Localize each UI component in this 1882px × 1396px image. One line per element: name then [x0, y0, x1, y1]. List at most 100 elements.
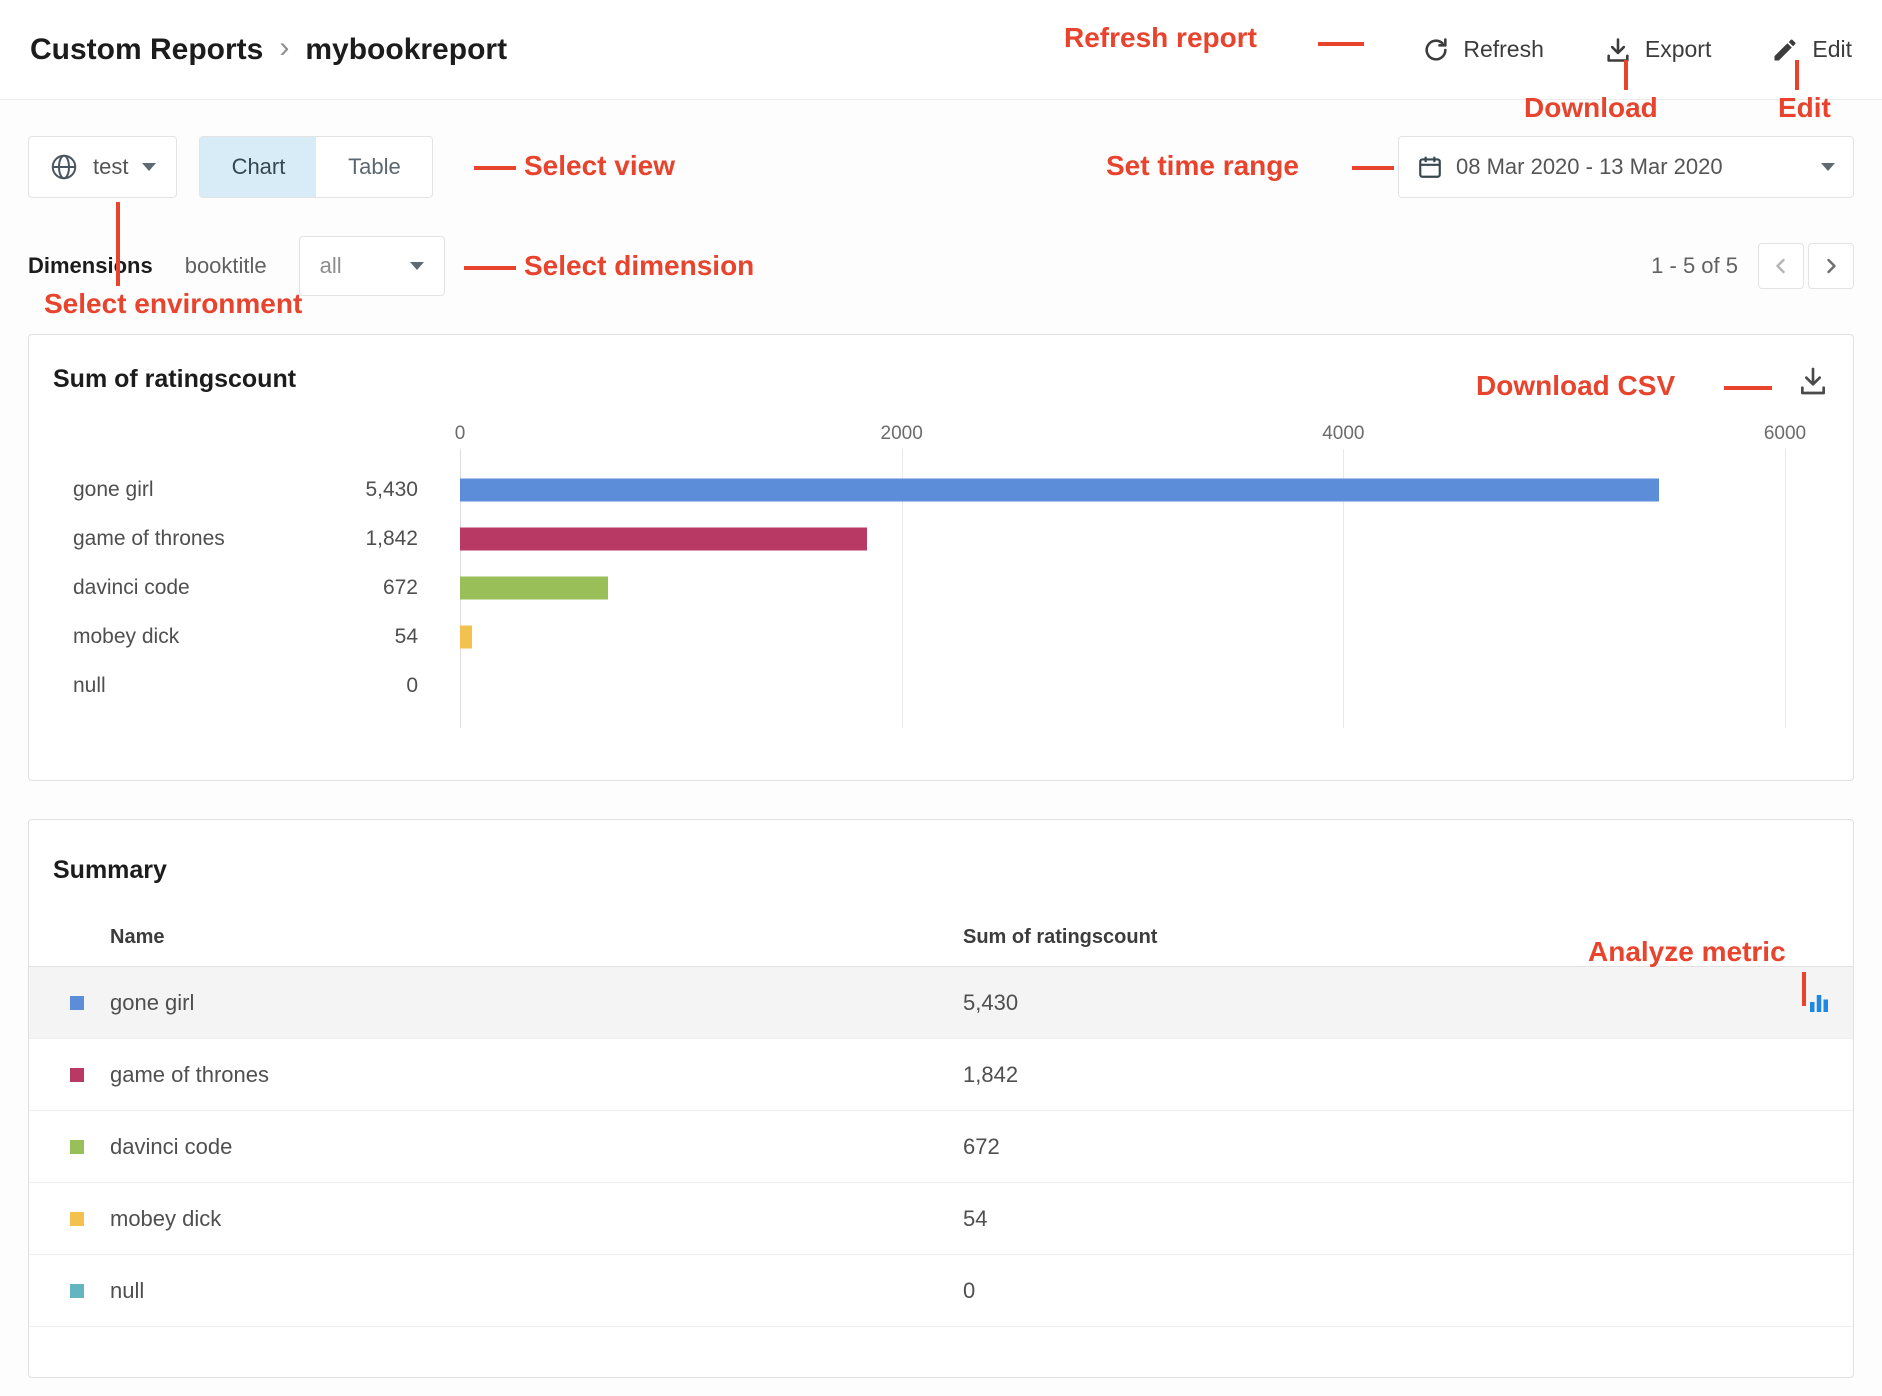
- chart-row: davinci code 672: [53, 563, 1829, 612]
- table-row[interactable]: null 0: [29, 1255, 1853, 1327]
- caret-down-icon: [410, 262, 424, 270]
- edit-button[interactable]: Edit: [1771, 36, 1852, 64]
- dimension-name: booktitle: [185, 253, 267, 279]
- download-csv-icon: [1797, 365, 1829, 397]
- bar-value-label: 1,842: [365, 527, 418, 551]
- summary-card: Summary Name Sum of ratingscount gone gi…: [28, 819, 1854, 1378]
- caret-down-icon: [1821, 163, 1835, 171]
- export-button[interactable]: Export: [1604, 36, 1711, 64]
- dimension-selected-value: all: [320, 253, 342, 279]
- bar[interactable]: [460, 576, 608, 599]
- chart-card: Sum of ratingscount 0 2000 4000 6000 gone g…: [28, 334, 1854, 781]
- row-name: gone girl: [110, 990, 194, 1016]
- chart-row: mobey dick 54: [53, 612, 1829, 661]
- pagination-range: 1 - 5 of 5: [1651, 253, 1738, 279]
- bar-track: [460, 612, 1785, 661]
- bar-track: [460, 465, 1785, 514]
- bar-value-label: 0: [406, 674, 418, 698]
- row-value: 54: [963, 1206, 1781, 1232]
- export-label: Export: [1645, 36, 1711, 63]
- row-value: 672: [963, 1134, 1781, 1160]
- app-header: Custom Reports › mybookreport Refresh Ex…: [0, 0, 1882, 100]
- row-name: mobey dick: [110, 1206, 221, 1232]
- header-actions: Refresh Export Edit: [1422, 36, 1852, 64]
- axis-tick-label: 4000: [1322, 423, 1364, 445]
- globe-icon: [49, 152, 79, 182]
- chart-title: Sum of ratingscount: [53, 365, 296, 394]
- pagination-prev-button[interactable]: [1758, 243, 1804, 289]
- analyze-metric-icon[interactable]: [1807, 991, 1831, 1015]
- axis-tick-label: 2000: [881, 423, 923, 445]
- bar-category-label: mobey dick: [73, 625, 179, 649]
- column-header-value: Sum of ratingscount: [963, 926, 1853, 949]
- bar-category-label: game of thrones: [73, 527, 225, 551]
- export-download-icon: [1604, 36, 1632, 64]
- refresh-label: Refresh: [1463, 36, 1544, 63]
- environment-select[interactable]: test: [28, 136, 177, 198]
- series-color-swatch: [70, 996, 84, 1010]
- bar[interactable]: [460, 625, 472, 648]
- chart-plot-area: gone girl 5,430 game of thrones 1,842 davinc…: [53, 453, 1829, 728]
- refresh-icon: [1422, 36, 1450, 64]
- toolbar: test Chart Table 08 Mar 2020 - 13 Mar 20…: [0, 136, 1882, 198]
- date-range-picker[interactable]: 08 Mar 2020 - 13 Mar 2020: [1398, 136, 1854, 198]
- table-row[interactable]: mobey dick 54: [29, 1183, 1853, 1255]
- chart-row: game of thrones 1,842: [53, 514, 1829, 563]
- row-value: 5,430: [963, 990, 1781, 1016]
- table-row[interactable]: game of thrones 1,842: [29, 1039, 1853, 1111]
- bar-value-label: 672: [383, 576, 418, 600]
- edit-label: Edit: [1812, 36, 1852, 63]
- bar-value-label: 54: [395, 625, 418, 649]
- series-color-swatch: [70, 1140, 84, 1154]
- pagination: 1 - 5 of 5: [1651, 243, 1854, 289]
- chevron-right-icon: [1819, 254, 1843, 278]
- caret-down-icon: [142, 163, 156, 171]
- row-name: game of thrones: [110, 1062, 269, 1088]
- bar-track: [460, 661, 1785, 710]
- bar[interactable]: [460, 478, 1659, 501]
- row-value: 0: [963, 1278, 1781, 1304]
- bar[interactable]: [460, 527, 867, 550]
- summary-rows: gone girl 5,430 game of thrones 1,842 davinc…: [29, 967, 1853, 1327]
- view-toggle: Chart Table: [199, 136, 433, 198]
- table-row[interactable]: gone girl 5,430: [29, 967, 1853, 1039]
- breadcrumb-report-name: mybookreport: [305, 33, 507, 67]
- row-name: davinci code: [110, 1134, 232, 1160]
- series-color-swatch: [70, 1068, 84, 1082]
- bar-category-label: gone girl: [73, 478, 154, 502]
- tab-chart[interactable]: Chart: [200, 137, 316, 197]
- chevron-left-icon: [1769, 254, 1793, 278]
- breadcrumb: Custom Reports › mybookreport: [30, 33, 507, 67]
- download-csv-button[interactable]: [1797, 365, 1829, 397]
- row-value: 1,842: [963, 1062, 1781, 1088]
- chevron-right-icon: ›: [279, 31, 289, 65]
- series-color-swatch: [70, 1212, 84, 1226]
- pagination-next-button[interactable]: [1808, 243, 1854, 289]
- dimensions-label: Dimensions: [28, 253, 153, 279]
- dimensions-row: Dimensions booktitle all 1 - 5 of 5: [0, 236, 1882, 296]
- bar-category-label: davinci code: [73, 576, 190, 600]
- edit-pencil-icon: [1771, 36, 1799, 64]
- summary-title: Summary: [29, 820, 1853, 885]
- bar-value-label: 5,430: [365, 478, 418, 502]
- bar-track: [460, 563, 1785, 612]
- dimension-value-select[interactable]: all: [299, 236, 445, 296]
- breadcrumb-root[interactable]: Custom Reports: [30, 33, 263, 67]
- bar-category-label: null: [73, 674, 106, 698]
- table-header: Name Sum of ratingscount: [29, 909, 1853, 967]
- tab-table[interactable]: Table: [316, 137, 432, 197]
- chart-row: gone girl 5,430: [53, 465, 1829, 514]
- table-row[interactable]: davinci code 672: [29, 1111, 1853, 1183]
- date-range-value: 08 Mar 2020 - 13 Mar 2020: [1456, 154, 1723, 180]
- calendar-icon: [1417, 154, 1443, 180]
- chart-rows: gone girl 5,430 game of thrones 1,842 davinc…: [53, 465, 1829, 710]
- axis-tick-label: 6000: [1764, 423, 1806, 445]
- column-header-name: Name: [70, 926, 963, 949]
- chart-row: null 0: [53, 661, 1829, 710]
- bar-track: [460, 514, 1785, 563]
- axis-tick-label: 0: [455, 423, 466, 445]
- refresh-button[interactable]: Refresh: [1422, 36, 1544, 64]
- row-actions: [1781, 991, 1853, 1015]
- row-name: null: [110, 1278, 144, 1304]
- environment-value: test: [93, 154, 128, 180]
